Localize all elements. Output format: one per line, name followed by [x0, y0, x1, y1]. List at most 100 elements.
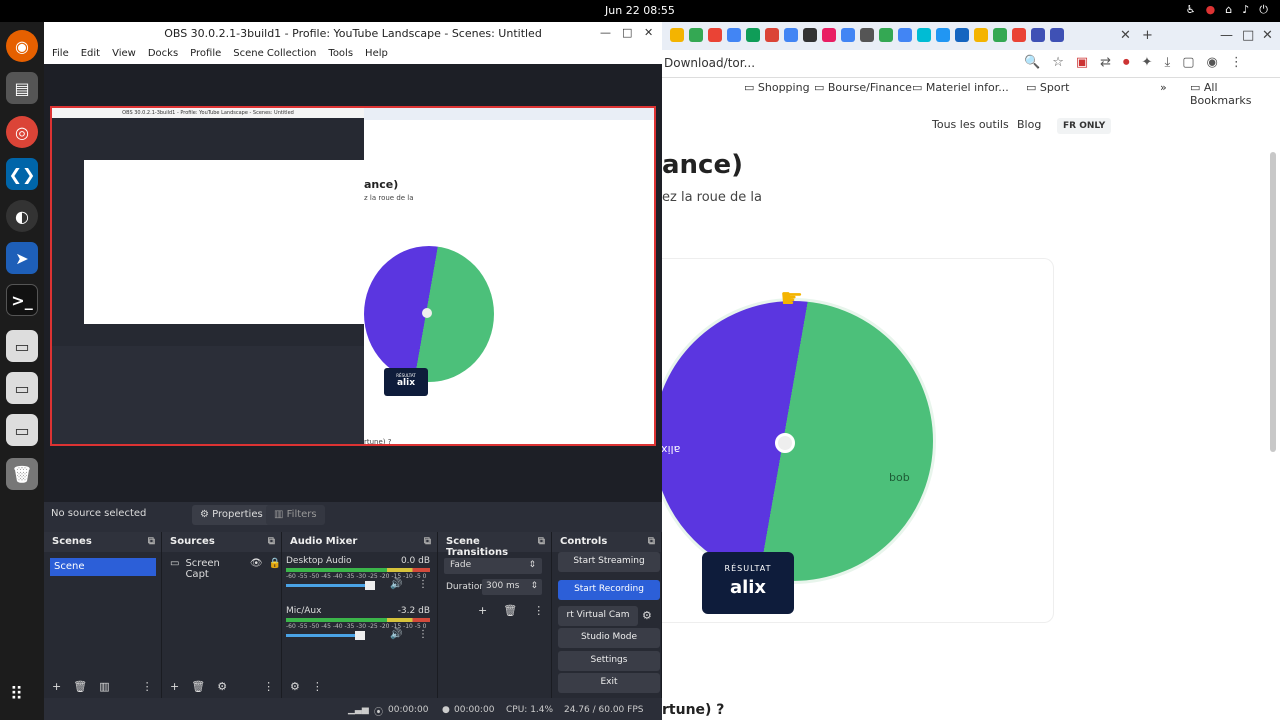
remove-icon[interactable]: 🗑	[73, 680, 87, 694]
float-icon[interactable]: ⧉	[424, 536, 431, 547]
visibility-icon[interactable]: 👁	[250, 558, 263, 580]
menu-scene-collection[interactable]: Scene Collection	[233, 48, 316, 60]
minimize-icon[interactable]: —	[1220, 28, 1233, 43]
menu-view[interactable]: View	[112, 48, 136, 60]
close-icon[interactable]: ✕	[644, 26, 653, 39]
url-bar[interactable]: Download/tor...	[664, 56, 755, 70]
start-recording-button[interactable]: Start Recording	[558, 580, 660, 600]
menu-file[interactable]: File	[52, 48, 69, 60]
properties-button[interactable]: ⚙ Properties	[192, 505, 271, 525]
star-icon[interactable]: ☆	[1052, 55, 1064, 70]
tab-icon[interactable]	[993, 28, 1007, 42]
tab-icon[interactable]	[746, 28, 760, 42]
close-tab-icon[interactable]: ✕	[1120, 28, 1131, 43]
trash-icon[interactable]: 🗑	[6, 458, 38, 490]
tab-icon[interactable]	[727, 28, 741, 42]
tab-icon[interactable]	[841, 28, 855, 42]
search-icon[interactable]: 🔍	[1024, 55, 1040, 70]
all-bookmarks[interactable]: ▭ All Bookmarks	[1190, 81, 1280, 107]
slider-knob[interactable]	[355, 631, 365, 640]
new-tab-icon[interactable]: +	[1142, 28, 1153, 43]
float-icon[interactable]: ⧉	[148, 536, 155, 547]
transition-select[interactable]: Fade ⇕	[444, 558, 542, 574]
volume-icon[interactable]: ♪	[1242, 3, 1249, 17]
gear-icon[interactable]: ⚙	[217, 680, 227, 694]
float-icon[interactable]: ⧉	[538, 536, 545, 547]
scene-item[interactable]: Scene	[50, 558, 156, 576]
tab-icon[interactable]	[898, 28, 912, 42]
menu-profile[interactable]: Profile	[190, 48, 221, 60]
float-icon[interactable]: ⧉	[268, 536, 275, 547]
terminal-icon[interactable]: >_	[6, 284, 38, 316]
tab-icon[interactable]	[1050, 28, 1064, 42]
volume-slider[interactable]	[286, 581, 375, 590]
menu-icon[interactable]: ⋮	[1230, 55, 1243, 70]
drive-icon-3[interactable]: ▭	[6, 414, 38, 446]
tab-icon[interactable]	[689, 28, 703, 42]
close-window-icon[interactable]: ✕	[1262, 28, 1273, 43]
remove-icon[interactable]: 🗑	[503, 604, 517, 617]
volume-icon[interactable]: 🔊	[390, 579, 402, 590]
more-icon[interactable]: ⋮	[263, 680, 274, 694]
tab-icon[interactable]	[917, 28, 931, 42]
minimize-icon[interactable]: —	[600, 26, 611, 39]
tab-icon[interactable]	[803, 28, 817, 42]
extension-icon-3[interactable]: ⏺	[1123, 55, 1130, 70]
duration-input[interactable]: 300 ms ⇕	[482, 579, 542, 595]
menu-docks[interactable]: Docks	[148, 48, 178, 60]
extension-icon-2[interactable]: ⇄	[1100, 55, 1111, 70]
tab-icon[interactable]	[1031, 28, 1045, 42]
app-grid-icon[interactable]: ⠿	[10, 684, 23, 705]
tab-icon[interactable]	[784, 28, 798, 42]
tab-icon[interactable]	[955, 28, 969, 42]
bookmark-folder[interactable]: ▭ Sport	[1026, 81, 1069, 94]
firefox-icon[interactable]: ◉	[6, 30, 38, 62]
tab-favicons[interactable]	[670, 28, 1064, 42]
obs-icon[interactable]: ◐	[6, 200, 38, 232]
settings-button[interactable]: Settings	[558, 651, 660, 671]
drive-icon-2[interactable]: ▭	[6, 372, 38, 404]
bookmark-folder[interactable]: ▭ Materiel infor...	[912, 81, 1009, 94]
power-icon[interactable]: ⏻	[1259, 3, 1268, 17]
exit-button[interactable]: Exit	[558, 673, 660, 693]
tab-icon[interactable]	[765, 28, 779, 42]
nav-blog[interactable]: Blog	[1017, 118, 1041, 131]
system-tray[interactable]: ♿ ● ⌂ ♪ ⏻	[1186, 3, 1268, 17]
tab-icon[interactable]	[974, 28, 988, 42]
bookmark-folder[interactable]: ▭ Bourse/Finance	[814, 81, 912, 94]
filters-button[interactable]: ▥ Filters	[266, 505, 325, 525]
scrollbar[interactable]	[1270, 152, 1276, 452]
tab-icon[interactable]	[708, 28, 722, 42]
tab-icon[interactable]	[1012, 28, 1026, 42]
chrome-icon[interactable]: ◎	[6, 116, 38, 148]
add-icon[interactable]: +	[478, 604, 487, 617]
menu-tools[interactable]: Tools	[328, 48, 353, 60]
tab-icon[interactable]	[860, 28, 874, 42]
avatar[interactable]: ◉	[1207, 55, 1218, 70]
more-bookmarks-icon[interactable]: »	[1160, 81, 1167, 94]
lock-icon[interactable]: 🔒	[269, 558, 281, 580]
accessibility-icon[interactable]: ♿	[1186, 3, 1196, 17]
stepper-icon[interactable]: ⇕	[530, 581, 538, 591]
record-indicator-icon[interactable]: ●	[1206, 3, 1216, 17]
drive-icon[interactable]: ▭	[6, 330, 38, 362]
studio-mode-button[interactable]: Studio Mode	[558, 628, 660, 648]
bookmark-folder[interactable]: ▭ Shopping	[744, 81, 810, 94]
float-icon[interactable]: ⧉	[648, 536, 655, 547]
vscode-icon[interactable]: ❮❯	[6, 158, 38, 190]
remove-icon[interactable]: 🗑	[191, 680, 205, 694]
files-icon[interactable]: ▤	[6, 72, 38, 104]
app-icon[interactable]: ➤	[6, 242, 38, 274]
more-icon[interactable]: ⋮	[533, 604, 544, 617]
virtual-camera-button[interactable]: rt Virtual Cam	[558, 606, 638, 626]
tab-icon[interactable]	[936, 28, 950, 42]
download-icon[interactable]: ⤓	[1164, 55, 1170, 70]
clock[interactable]: Jun 22 08:55	[0, 4, 1280, 17]
tab-icon[interactable]	[822, 28, 836, 42]
more-icon[interactable]: ⋮	[418, 579, 428, 590]
slider-knob[interactable]	[365, 581, 375, 590]
start-streaming-button[interactable]: Start Streaming	[558, 552, 660, 572]
network-icon[interactable]: ⌂	[1225, 3, 1232, 17]
more-icon[interactable]: ⋮	[142, 680, 153, 694]
fr-only-badge[interactable]: FR ONLY	[1057, 118, 1112, 134]
